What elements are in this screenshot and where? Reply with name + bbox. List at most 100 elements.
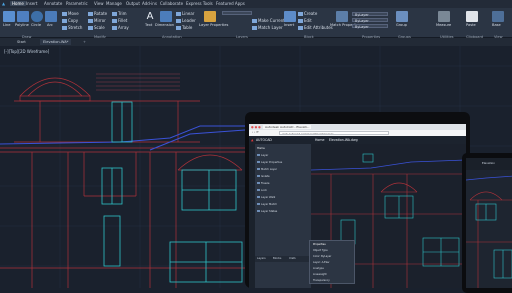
- trim-label: Trim: [118, 11, 127, 16]
- rotate-button[interactable]: Rotate: [88, 11, 107, 16]
- web-home-tab[interactable]: Home: [315, 138, 324, 142]
- tab-collaborate[interactable]: Collaborate: [160, 1, 183, 6]
- edit-attributes-button[interactable]: Edit Attributes: [298, 25, 333, 30]
- fillet-button[interactable]: Fillet: [112, 18, 127, 23]
- create-icon: [298, 12, 303, 16]
- tab-featured-apps[interactable]: Featured Apps: [216, 1, 245, 6]
- ribbon-tab-bar: ▲ Home Insert Annotate Parametric View M…: [0, 0, 512, 8]
- move-label: Move: [68, 11, 79, 16]
- viewport-label[interactable]: [-][Top][2D Wireframe]: [4, 49, 49, 54]
- doc-tab-start[interactable]: Start: [14, 39, 29, 45]
- panel-item[interactable]: Layer: [257, 154, 268, 157]
- panel-item[interactable]: Layer Walk: [257, 196, 275, 199]
- scale-button[interactable]: Scale: [88, 25, 105, 30]
- line-label: Line: [3, 23, 11, 27]
- popup-item[interactable]: Linetype: [313, 267, 324, 270]
- move-button[interactable]: Move: [62, 11, 79, 16]
- insert-label: Insert: [284, 23, 295, 27]
- panel-item[interactable]: Match Layer: [257, 168, 277, 171]
- popup-item[interactable]: Transparency: [313, 279, 330, 282]
- app-menu-icon[interactable]: ▲: [2, 1, 5, 6]
- doc-tab-elevation[interactable]: Elevation-WA*: [40, 39, 72, 45]
- tab-blocks[interactable]: Blocks: [273, 257, 281, 260]
- dimension-icon[interactable]: [160, 11, 172, 22]
- circle-icon[interactable]: [31, 11, 43, 22]
- tab-annotate[interactable]: Annotate: [44, 1, 62, 6]
- browser-tab[interactable]: Autodesk AutoCAD - Elevati...: [263, 125, 312, 129]
- layer-properties-icon[interactable]: [204, 11, 216, 22]
- stretch-button[interactable]: Stretch: [62, 25, 82, 30]
- measure-icon[interactable]: [438, 11, 450, 22]
- polyline-icon[interactable]: [17, 11, 29, 22]
- panel-item[interactable]: Lock: [257, 189, 267, 192]
- tab-layers[interactable]: Layers: [257, 257, 266, 260]
- panel-item[interactable]: Layer Match: [257, 203, 277, 206]
- group-icon[interactable]: [396, 11, 408, 22]
- table-button[interactable]: Table: [176, 25, 192, 30]
- tab-insert[interactable]: Insert: [26, 1, 37, 6]
- tab-home[interactable]: Home: [10, 1, 26, 6]
- tablet-screen: Elevation: [466, 158, 512, 288]
- popup-item[interactable]: Layer: A-Elev: [313, 261, 329, 264]
- rotate-icon: [88, 12, 93, 16]
- match-layer-label: Match Layer: [258, 25, 283, 30]
- layer-dropdown[interactable]: [222, 11, 252, 15]
- text-icon[interactable]: A: [144, 11, 156, 22]
- web-side-panel: [255, 144, 311, 288]
- panel-item-label: Match Layer: [261, 168, 277, 171]
- tablet-drawing[interactable]: [466, 170, 512, 288]
- popup-item[interactable]: Lineweight: [313, 273, 327, 276]
- tab-output[interactable]: Output: [126, 1, 140, 6]
- panel-item[interactable]: Layer States: [257, 210, 277, 213]
- paste-label: Paste: [466, 23, 476, 27]
- array-icon: [112, 26, 117, 30]
- layer-properties-icon: [257, 161, 260, 163]
- new-tab-button[interactable]: +: [80, 39, 89, 45]
- move-icon: [62, 12, 67, 16]
- mirror-icon: [88, 19, 93, 23]
- match-properties-icon[interactable]: [336, 11, 348, 22]
- linetype-dropdown-value: ByLayer: [355, 19, 369, 23]
- line-icon[interactable]: [3, 11, 15, 22]
- insert-block-icon[interactable]: [284, 11, 296, 22]
- mirror-button[interactable]: Mirror: [88, 18, 106, 23]
- panel-item[interactable]: Layer Properties: [257, 161, 282, 164]
- lineweight-dropdown[interactable]: ByLayer: [352, 24, 388, 29]
- trim-button[interactable]: Trim: [112, 11, 127, 16]
- fillet-label: Fillet: [118, 18, 128, 23]
- linear-button[interactable]: Linear: [176, 11, 194, 16]
- tab-manage[interactable]: Manage: [106, 1, 122, 6]
- paste-icon[interactable]: [466, 11, 478, 22]
- popup-item[interactable]: Object Type: [313, 249, 328, 252]
- copy-label: Copy: [68, 18, 79, 23]
- make-current-button[interactable]: Make Current: [252, 18, 285, 23]
- tablet-title: Elevation: [482, 161, 495, 165]
- polyline-label: Polyline: [15, 23, 29, 27]
- array-button[interactable]: Array: [112, 25, 129, 30]
- popup-item[interactable]: Color: ByLayer: [313, 255, 331, 258]
- tab-parametric[interactable]: Parametric: [66, 1, 88, 6]
- base-view-icon[interactable]: [492, 11, 504, 22]
- match-layer-button[interactable]: Match Layer: [252, 25, 283, 30]
- copy-button[interactable]: Copy: [62, 18, 78, 23]
- freeze-icon: [257, 182, 260, 184]
- nav-arrows-icon[interactable]: ‹ › ⟳: [252, 130, 259, 134]
- color-dropdown[interactable]: ByLayer: [352, 12, 388, 17]
- web-app-header: ▲ AUTOCAD Home Elevation-WA.dwg: [249, 136, 466, 144]
- address-bar[interactable]: web.autocad.com/acad/me/drawings: [279, 131, 389, 135]
- arc-icon[interactable]: [45, 11, 57, 22]
- mirror-label: Mirror: [94, 18, 106, 23]
- panel-item[interactable]: Isolate: [257, 175, 270, 178]
- create-block-button[interactable]: Create: [298, 11, 317, 16]
- edit-attributes-label: Edit Attributes: [304, 25, 333, 30]
- tab-express-tools[interactable]: Express Tools: [186, 1, 213, 6]
- tab-view[interactable]: View: [94, 1, 104, 6]
- panel-item[interactable]: Freeze: [257, 182, 269, 185]
- tab-xrefs[interactable]: Xrefs: [289, 257, 296, 260]
- leader-label: Leader: [182, 18, 196, 23]
- linetype-dropdown[interactable]: ByLayer: [352, 18, 388, 23]
- array-label: Array: [118, 25, 129, 30]
- edit-block-button[interactable]: Edit: [298, 18, 312, 23]
- leader-button[interactable]: Leader: [176, 18, 196, 23]
- tab-addins[interactable]: Add-ins: [142, 1, 157, 6]
